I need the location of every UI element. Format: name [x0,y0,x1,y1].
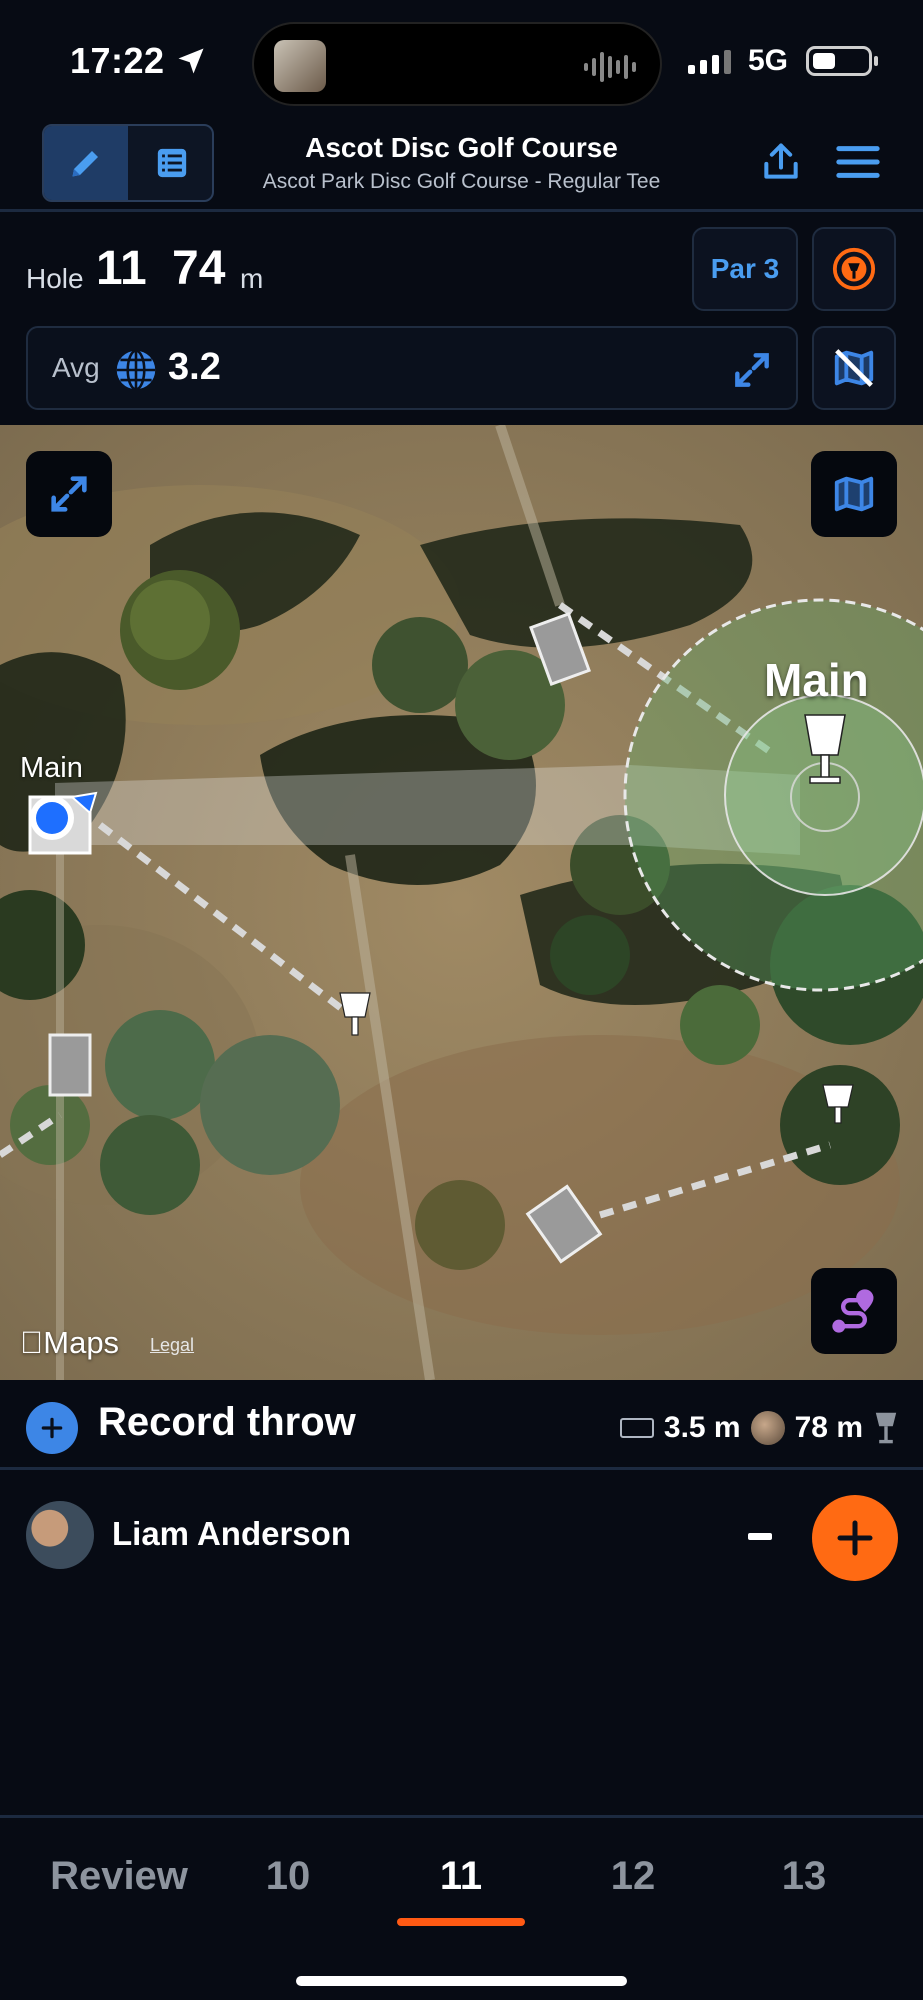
throw-distances: 3.5 m 78 m [619,1406,899,1450]
app-header: Ascot Disc Golf Course Ascot Park Disc G… [0,120,923,212]
status-bar: 17:22 5G [0,0,923,120]
player-row: Liam Anderson [0,1473,923,1603]
dynamic-island[interactable] [252,22,662,106]
satellite-map [0,425,923,1380]
expand-icon [51,476,87,512]
course-subtitle: Ascot Park Disc Golf Course - Regular Te… [262,170,661,193]
hole-label: Hole [26,263,84,294]
legal-link[interactable]: Legal [150,1335,194,1356]
home-indicator[interactable] [296,1976,627,1986]
par-button[interactable]: Par 3 [692,227,798,311]
map-style-button[interactable] [811,451,897,537]
mode-toggle [42,124,214,202]
tab-hole-10[interactable]: 10 [238,1854,338,1899]
average-bar[interactable]: Avg 3.2 [26,326,798,410]
record-throw-add-button[interactable] [26,1402,78,1454]
map-expand-button[interactable] [26,451,112,537]
record-throw-bar[interactable]: Record throw 3.5 m 78 m [0,1380,923,1470]
course-map[interactable]: Main Main Maps Legal [0,425,923,1380]
map-off-icon [834,349,874,387]
tee-label: Main [20,752,83,784]
map-icon [834,476,874,512]
tee-distance: 3.5 m [663,1411,741,1444]
share-button[interactable] [755,136,807,188]
basket-button[interactable] [812,227,896,311]
pencil-icon [72,151,98,177]
plus-icon [41,1417,63,1439]
menu-button[interactable] [832,136,884,188]
basket-label: Main [764,654,869,706]
maps-attribution: Maps [20,1325,119,1360]
status-time: 17:22 [70,40,165,81]
avatar [26,1501,94,1569]
hole-info-bar: Hole 11 74 m Par 3 [0,215,923,325]
share-icon [764,143,798,179]
basket-target-icon [832,247,876,291]
avg-value: 3.2 [168,346,221,388]
globe-icon [116,349,156,391]
battery-icon [806,46,878,76]
hole-number: 11 [96,242,147,295]
expand-icon[interactable] [730,348,774,392]
list-icon [157,148,187,178]
tab-hole-12[interactable]: 12 [583,1854,683,1899]
player-distance: 78 m [794,1411,863,1444]
route-icon [832,1289,874,1333]
tab-hole-11[interactable]: 11 [411,1854,511,1899]
player-name: Liam Anderson [112,1515,351,1552]
decrease-score-button[interactable] [748,1533,772,1540]
player-mini-avatar [750,1411,785,1445]
tab-hole-13[interactable]: 13 [754,1854,854,1899]
route-button[interactable] [811,1268,897,1354]
tee-pad-icon [619,1418,654,1438]
hole-distance: 74 [172,242,226,295]
apple-maps-logo: Maps [20,1325,119,1361]
increase-score-button[interactable] [812,1495,898,1581]
active-tab-indicator [397,1918,525,1926]
audio-waveform-icon [584,52,636,82]
course-title: Ascot Disc Golf Course [305,132,618,163]
hole-tab-bar: Review 10 11 12 13 [0,1815,923,2000]
tab-review[interactable]: Review [44,1854,194,1899]
scorecard-mode-button[interactable] [130,126,212,200]
location-arrow-icon [178,48,204,74]
hole-distance-unit: m [240,263,264,294]
network-type: 5G [748,44,789,77]
record-throw-label: Record throw [98,1400,356,1444]
basket-icon [875,1412,897,1444]
edit-mode-button[interactable] [44,126,128,200]
cellular-signal-icon [688,50,731,74]
now-playing-artwork [274,40,326,92]
avg-label: Avg [52,352,100,383]
menu-icon [836,146,880,178]
hide-map-button[interactable] [812,326,896,410]
plus-icon [837,1520,873,1556]
